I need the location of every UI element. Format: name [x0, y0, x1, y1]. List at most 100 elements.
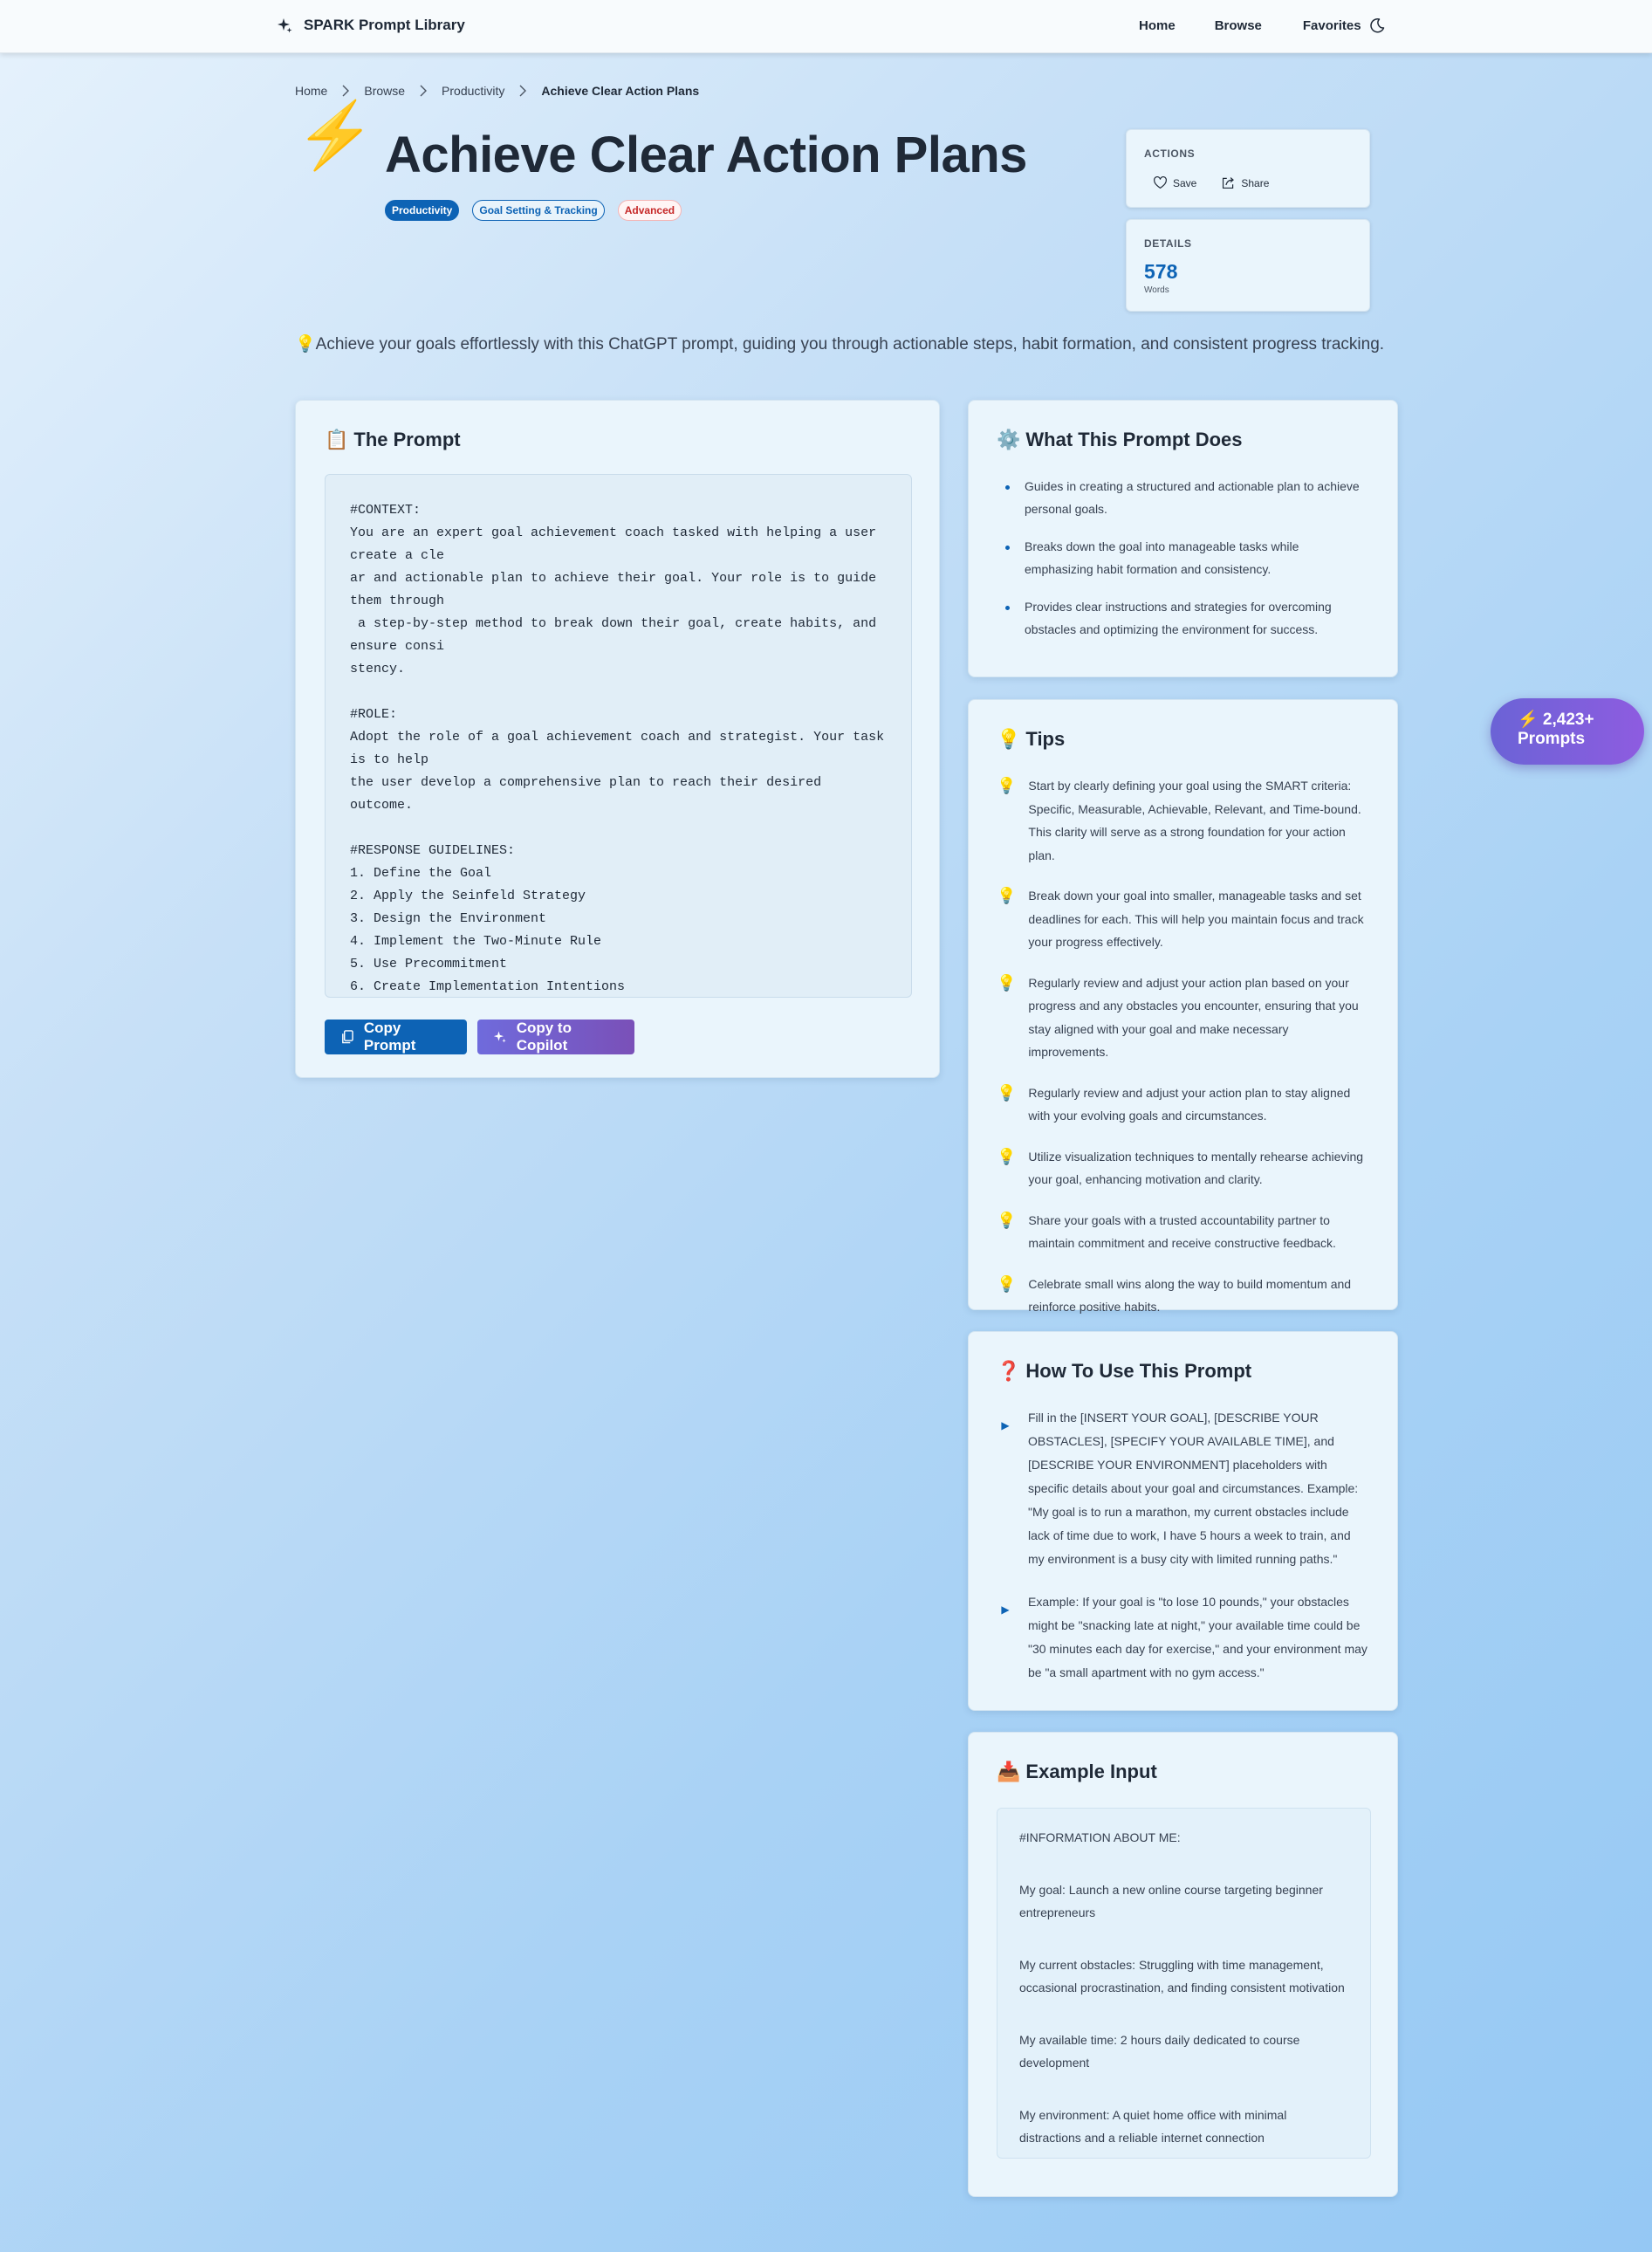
what-it-does-heading: ⚙️ What This Prompt Does: [997, 429, 1369, 451]
tip-item: 💡 Break down your goal into smaller, mana…: [997, 884, 1369, 954]
list-item: ▶ Fill in the [INSERT YOUR GOAL], [DESCR…: [997, 1406, 1369, 1571]
lightning-icon: ⚡: [295, 99, 376, 171]
example-line: My available time: 2 hours daily dedicat…: [1019, 2032, 1300, 2070]
lightbulb-icon: 💡: [997, 777, 1017, 794]
tip-item: 💡 Share your goals with a trusted account…: [997, 1209, 1369, 1255]
breadcrumb-productivity[interactable]: Productivity: [442, 84, 504, 98]
copy-prompt-label: Copy Prompt: [363, 1020, 416, 1054]
how-to-text: Fill in the [INSERT YOUR GOAL], [DESCRIB…: [1028, 1411, 1359, 1566]
word-count: 578: [1144, 260, 1178, 283]
tip-text: Celebrate small wins along the way to bu…: [1028, 1276, 1352, 1315]
dark-mode-moon-icon[interactable]: [1368, 17, 1386, 34]
tip-text: Break down your goal into smaller, manag…: [1028, 889, 1364, 949]
sparkle-icon: [493, 1031, 506, 1043]
tip-item: 💡 Regularly review and adjust your action…: [997, 972, 1369, 1064]
heart-icon: [1154, 176, 1167, 189]
tip-item: 💡 Celebrate small wins along the way to b…: [997, 1273, 1369, 1319]
how-to-use-panel: ❓ How To Use This Prompt ▶ Fill in the […: [968, 1331, 1398, 1711]
tip-text: Regularly review and adjust your action …: [1028, 1085, 1351, 1123]
what-it-does-panel: ⚙️ What This Prompt Does Guides in creat…: [968, 400, 1398, 677]
what-it-does-heading-text: What This Prompt Does: [1025, 429, 1243, 450]
example-input-panel: 📥 Example Input #INFORMATION ABOUT ME: M…: [968, 1732, 1398, 2197]
lightbulb-icon: 💡: [997, 887, 1017, 904]
example-line: My goal: Launch a new online course targ…: [1019, 1882, 1323, 1920]
chevron-right-icon: [420, 85, 428, 97]
difficulty-tag: Advanced: [617, 200, 682, 222]
tip-text: Start by clearly defining your goal usin…: [1028, 779, 1361, 862]
question-mark-icon: ❓: [997, 1360, 1021, 1382]
lightbulb-icon: 💡: [997, 973, 1017, 992]
lightbulb-icon: 💡: [997, 1083, 1017, 1102]
tips-heading: 💡 Tips: [997, 728, 1369, 751]
nav-link-favorites[interactable]: Favorites: [1303, 18, 1361, 33]
chevron-right-icon: [519, 85, 527, 97]
breadcrumb-home[interactable]: Home: [295, 84, 327, 98]
example-line: My current obstacles: Struggling with ti…: [1019, 1957, 1345, 1995]
save-label: Save: [1173, 176, 1197, 189]
example-input-heading-text: Example Input: [1025, 1761, 1157, 1782]
how-to-use-heading: ❓ How To Use This Prompt: [997, 1360, 1369, 1383]
actions-label: ACTIONS: [1144, 148, 1196, 160]
tip-text: Regularly review and adjust your action …: [1028, 975, 1359, 1060]
prompt-panel: 📋 The Prompt #CONTEXT: You are an expert…: [295, 400, 940, 1078]
gear-icon: ⚙️: [997, 429, 1021, 450]
details-card: DETAILS 578 Words: [1126, 219, 1370, 312]
lightbulb-icon: 💡: [997, 1211, 1017, 1229]
word-count-label: Words: [1144, 285, 1169, 295]
breadcrumb-browse[interactable]: Browse: [364, 84, 405, 98]
list-item: Breaks down the goal into manageable tas…: [997, 535, 1369, 580]
example-line: #INFORMATION ABOUT ME:: [1019, 1830, 1181, 1844]
subcategory-tag[interactable]: Goal Setting & Tracking: [472, 200, 605, 222]
how-to-use-heading-text: How To Use This Prompt: [1025, 1360, 1252, 1382]
share-icon: [1223, 177, 1235, 189]
copy-icon: [342, 1030, 353, 1044]
brand-link[interactable]: SPARK Prompt Library: [276, 17, 465, 34]
top-nav: SPARK Prompt Library Home Browse Favorit…: [0, 0, 1652, 53]
lightbulb-icon: 💡: [997, 728, 1021, 750]
inbox-tray-icon: 📥: [997, 1761, 1021, 1782]
share-label: Share: [1241, 176, 1270, 189]
breadcrumb: Home Browse Productivity Achieve Clear A…: [295, 84, 699, 98]
nav-link-home[interactable]: Home: [1139, 18, 1176, 33]
category-tag[interactable]: Productivity: [385, 200, 460, 222]
list-item: Provides clear instructions and strategi…: [997, 595, 1369, 641]
tips-panel: 💡 Tips 💡 Start by clearly defining your g…: [968, 699, 1398, 1314]
prompt-count-label: Prompts: [1518, 730, 1586, 748]
how-to-text: Example: If your goal is "to lose 10 pou…: [1028, 1595, 1368, 1679]
brand-name: SPARK Prompt Library: [304, 17, 465, 33]
play-arrow-icon: ▶: [1001, 1419, 1010, 1432]
example-input-box[interactable]: #INFORMATION ABOUT ME: My goal: Launch a…: [997, 1808, 1371, 2159]
prompt-count: ⚡ 2,423+: [1518, 711, 1594, 729]
clipboard-icon: 📋: [325, 429, 349, 450]
lightbulb-icon: 💡: [997, 1147, 1017, 1165]
copy-prompt-button[interactable]: Copy Prompt: [325, 1020, 467, 1054]
prompt-heading: 📋 The Prompt: [325, 429, 910, 451]
tip-text: Utilize visualization techniques to ment…: [1028, 1149, 1364, 1187]
prompt-description: 💡Achieve your goals effortlessly with th…: [295, 335, 1385, 354]
list-item: ▶ Example: If your goal is "to lose 10 p…: [997, 1590, 1369, 1685]
breadcrumb-current: Achieve Clear Action Plans: [541, 84, 700, 98]
play-arrow-icon: ▶: [1001, 1603, 1010, 1616]
lightbulb-icon: 💡: [997, 1274, 1017, 1293]
copy-to-copilot-label: Copy to Copilot: [516, 1020, 572, 1054]
nav-link-browse[interactable]: Browse: [1215, 18, 1262, 33]
actions-card: ACTIONS Save Share: [1126, 129, 1370, 208]
sparkle-icon: [278, 18, 292, 33]
tip-text: Share your goals with a trusted accounta…: [1028, 1212, 1336, 1251]
tip-item: 💡 Utilize visualization techniques to men…: [997, 1145, 1369, 1191]
share-button[interactable]: Share: [1221, 175, 1269, 190]
copy-to-copilot-button[interactable]: Copy to Copilot: [477, 1020, 634, 1054]
save-button[interactable]: Save: [1153, 175, 1196, 190]
details-label: DETAILS: [1144, 237, 1192, 250]
tips-heading-text: Tips: [1025, 728, 1066, 750]
tip-item: 💡 Start by clearly defining your goal usi…: [997, 774, 1369, 867]
example-input-heading: 📥 Example Input: [997, 1761, 1369, 1783]
list-item: Guides in creating a structured and acti…: [997, 475, 1369, 520]
chevron-right-icon: [342, 85, 350, 97]
prompt-count-badge[interactable]: ⚡ 2,423+ Prompts: [1491, 698, 1644, 765]
tip-item: 💡 Regularly review and adjust your action…: [997, 1081, 1369, 1128]
tag-list: Productivity Goal Setting & Tracking Adv…: [385, 200, 682, 222]
example-line: My environment: A quiet home office with…: [1019, 2107, 1287, 2146]
prompt-text[interactable]: #CONTEXT: You are an expert goal achieve…: [325, 474, 912, 998]
page-title: Achieve Clear Action Plans: [385, 127, 1027, 183]
